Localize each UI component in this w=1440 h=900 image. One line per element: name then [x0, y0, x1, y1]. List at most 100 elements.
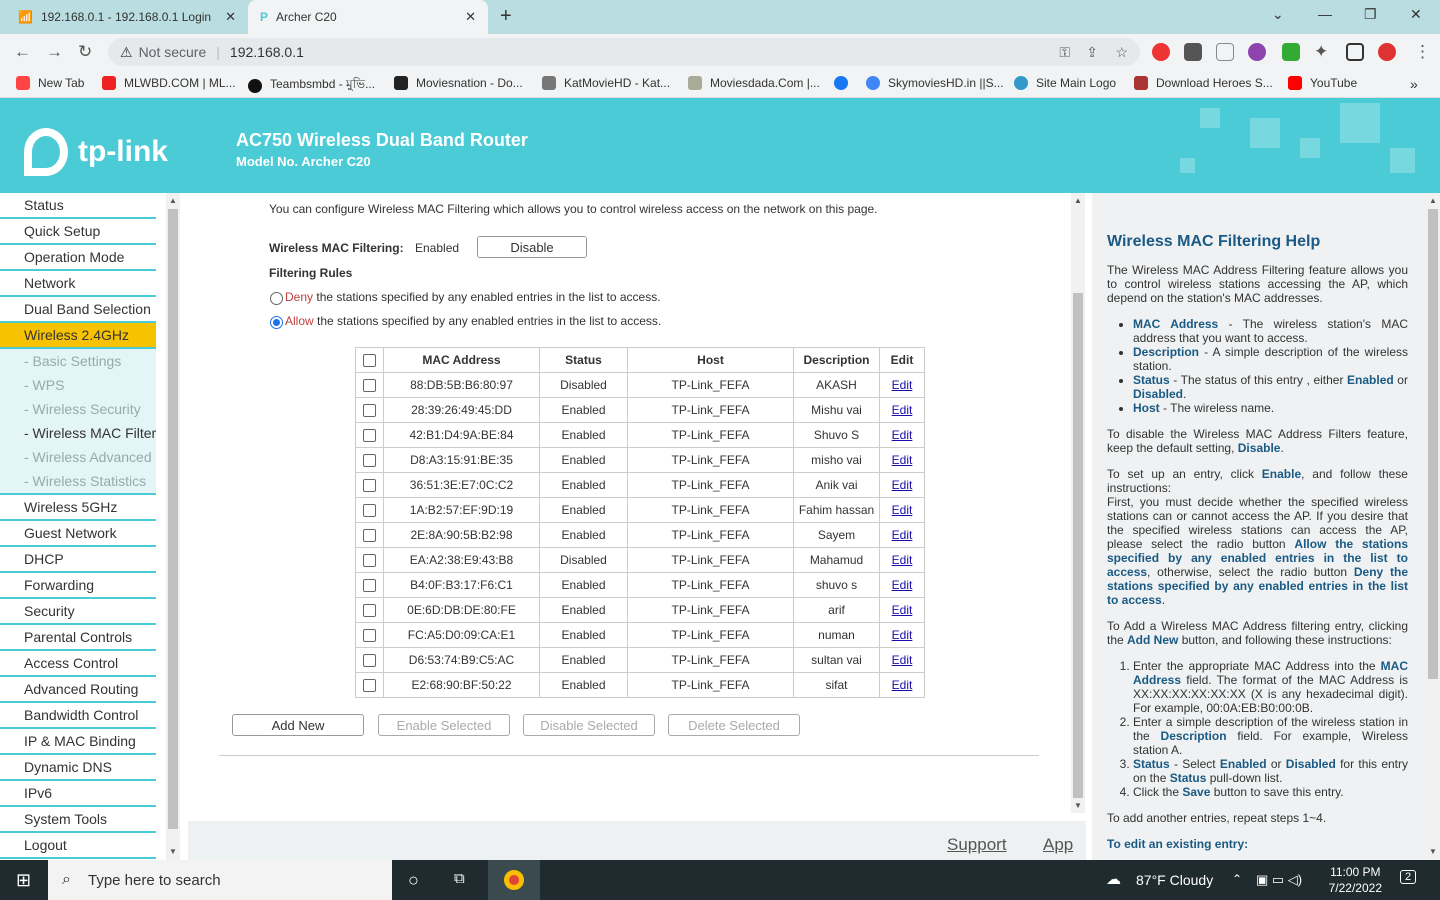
opera-extension-icon[interactable] — [1152, 43, 1170, 61]
download-extension-icon[interactable] — [1184, 43, 1202, 61]
reload-icon[interactable]: ↻ — [78, 42, 92, 62]
row-checkbox[interactable] — [363, 604, 376, 618]
row-checkbox[interactable] — [363, 554, 376, 568]
edit-link[interactable]: Edit — [892, 528, 913, 542]
menu-forwarding[interactable]: Forwarding — [0, 573, 156, 599]
facebook-icon[interactable] — [834, 76, 856, 90]
new-tab-button[interactable]: + — [500, 5, 512, 28]
row-checkbox[interactable] — [363, 529, 376, 543]
submenu-basic-settings[interactable]: - Basic Settings — [0, 349, 156, 373]
windows-start-icon[interactable]: ⊞ — [16, 870, 31, 891]
menu-operation-mode[interactable]: Operation Mode — [0, 245, 156, 271]
deny-radio[interactable] — [270, 292, 283, 305]
submenu-wireless-advanced[interactable]: - Wireless Advanced — [0, 445, 156, 469]
share-icon[interactable]: ⇪ — [1086, 44, 1098, 61]
menu-wireless-5ghz[interactable]: Wireless 5GHz — [0, 495, 156, 521]
forward-icon[interactable]: → — [46, 42, 63, 62]
row-checkbox[interactable] — [363, 454, 376, 468]
close-tab-icon[interactable]: ✕ — [465, 9, 476, 25]
menu-ip-mac-binding[interactable]: IP & MAC Binding — [0, 729, 156, 755]
select-all-checkbox[interactable] — [363, 354, 376, 368]
tab-search-icon[interactable]: ⌄ — [1272, 6, 1284, 23]
add-new-button[interactable]: Add New — [232, 714, 364, 736]
row-checkbox[interactable] — [363, 479, 376, 493]
allow-radio[interactable] — [270, 316, 283, 329]
edit-link[interactable]: Edit — [892, 503, 913, 517]
row-checkbox[interactable] — [363, 404, 376, 418]
close-window-icon[interactable]: ✕ — [1410, 6, 1422, 23]
app-link[interactable]: App — [1043, 835, 1073, 855]
restore-icon[interactable]: ❐ — [1364, 6, 1377, 23]
puzzle-icon[interactable]: ✦ — [1314, 42, 1328, 62]
back-icon[interactable]: ← — [14, 42, 31, 62]
minimize-icon[interactable]: — — [1318, 6, 1332, 22]
address-bar[interactable]: ⚠ Not secure | 192.168.0.1 ⚿ ⇪ ☆ — [108, 38, 1140, 66]
menu-advanced-routing[interactable]: Advanced Routing — [0, 677, 156, 703]
menu-wireless-24ghz[interactable]: Wireless 2.4GHz — [0, 323, 156, 349]
cortana-icon[interactable]: ○ — [408, 870, 419, 891]
tray-chevron-icon[interactable]: ⌃ — [1232, 872, 1242, 886]
close-tab-icon[interactable]: ✕ — [225, 9, 236, 25]
profile-avatar[interactable] — [1378, 43, 1396, 61]
menu-dhcp[interactable]: DHCP — [0, 547, 156, 573]
content-scrollbar[interactable]: ▲ ▼ — [1071, 193, 1085, 813]
menu-security[interactable]: Security — [0, 599, 156, 625]
menu-quick-setup[interactable]: Quick Setup — [0, 219, 156, 245]
extension-icon[interactable] — [1216, 43, 1234, 61]
row-checkbox[interactable] — [363, 429, 376, 443]
allow-rule-label[interactable]: Allow the stations specified by any enab… — [285, 314, 661, 328]
bookmark-star-icon[interactable]: ☆ — [1115, 44, 1128, 61]
task-view-icon[interactable]: ⧉ — [454, 870, 465, 887]
bookmark-item[interactable]: Teambsmbd - মুভি... — [248, 76, 375, 96]
deny-rule-label[interactable]: Deny the stations specified by any enabl… — [285, 290, 661, 304]
menu-logout[interactable]: Logout — [0, 833, 156, 859]
menu-kebab-icon[interactable]: ⋮ — [1414, 42, 1431, 62]
row-checkbox[interactable] — [363, 504, 376, 518]
menu-network[interactable]: Network — [0, 271, 156, 297]
weather-text[interactable]: 87°F Cloudy — [1136, 872, 1213, 888]
support-link[interactable]: Support — [947, 835, 1007, 855]
delete-selected-button[interactable]: Delete Selected — [668, 714, 800, 736]
edit-link[interactable]: Edit — [892, 678, 913, 692]
browser-tab-login[interactable]: 📶 192.168.0.1 - 192.168.0.1 Login A ✕ — [8, 0, 248, 34]
row-checkbox[interactable] — [363, 379, 376, 393]
tray-icons[interactable]: ▣ ▭ ◁) — [1256, 872, 1302, 888]
vpn-extension-icon[interactable] — [1248, 43, 1266, 61]
edit-link[interactable]: Edit — [892, 553, 913, 567]
bookmark-item[interactable]: SkymoviesHD.in ||S... — [866, 76, 1004, 90]
bookmark-item[interactable]: MLWBD.COM | ML... — [102, 76, 236, 90]
menu-parental-controls[interactable]: Parental Controls — [0, 625, 156, 651]
disable-selected-button[interactable]: Disable Selected — [523, 714, 655, 736]
edit-link[interactable]: Edit — [892, 478, 913, 492]
bookmark-item[interactable]: KatMovieHD - Kat... — [542, 76, 670, 90]
menu-bandwidth-control[interactable]: Bandwidth Control — [0, 703, 156, 729]
edit-link[interactable]: Edit — [892, 578, 913, 592]
row-checkbox[interactable] — [363, 579, 376, 593]
edit-link[interactable]: Edit — [892, 403, 913, 417]
submenu-wireless-statistics[interactable]: - Wireless Statistics — [0, 469, 156, 495]
bookmark-item[interactable]: Site Main Logo — [1014, 76, 1116, 90]
menu-dual-band-selection[interactable]: Dual Band Selection — [0, 297, 156, 323]
submenu-wireless-security[interactable]: - Wireless Security — [0, 397, 156, 421]
browser-tab-archer[interactable]: P Archer C20 ✕ — [248, 0, 488, 34]
menu-scrollbar[interactable]: ▲ ▼ — [166, 193, 180, 860]
notification-icon[interactable]: 2 — [1400, 870, 1417, 884]
submenu-wps[interactable]: - WPS — [0, 373, 156, 397]
sidepanel-icon[interactable] — [1346, 43, 1364, 61]
row-checkbox[interactable] — [363, 654, 376, 668]
menu-status[interactable]: Status — [0, 193, 156, 219]
row-checkbox[interactable] — [363, 629, 376, 643]
edit-link[interactable]: Edit — [892, 428, 913, 442]
system-clock[interactable]: 11:00 PM 7/22/2022 — [1329, 864, 1382, 896]
menu-access-control[interactable]: Access Control — [0, 651, 156, 677]
edit-link[interactable]: Edit — [892, 453, 913, 467]
chrome-taskbar-icon[interactable] — [488, 860, 540, 900]
more-bookmarks-icon[interactable]: » — [1410, 76, 1418, 92]
taskbar-search[interactable]: ⌕ Type here to search — [48, 860, 392, 900]
disable-button[interactable]: Disable — [477, 236, 587, 258]
edit-link[interactable]: Edit — [892, 378, 913, 392]
edit-link[interactable]: Edit — [892, 603, 913, 617]
bookmark-item[interactable]: Moviesnation - Do... — [394, 76, 523, 90]
menu-guest-network[interactable]: Guest Network — [0, 521, 156, 547]
bookmark-item[interactable]: YouTube — [1288, 76, 1357, 90]
